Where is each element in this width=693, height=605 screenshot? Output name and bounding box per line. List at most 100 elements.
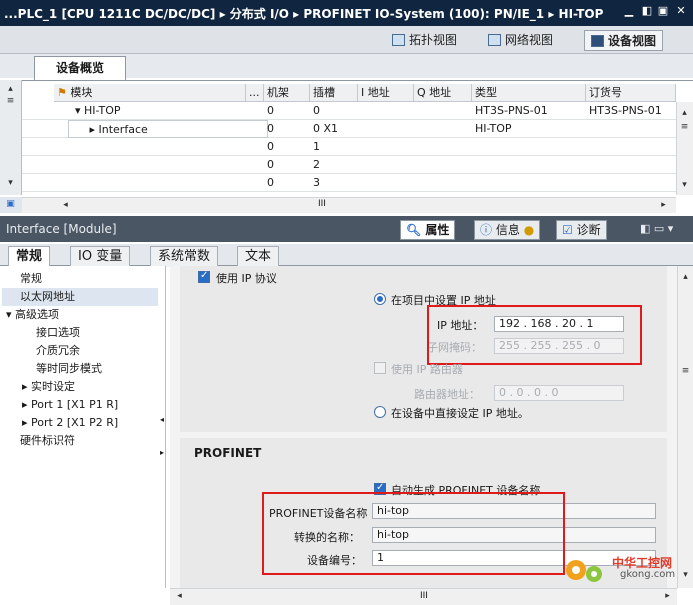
row-rack: 0 xyxy=(267,176,274,189)
restore-icon[interactable]: ◧ xyxy=(640,4,654,18)
tab-io-tags[interactable]: IO 变量 xyxy=(70,246,131,267)
scroll-up-icon[interactable]: ▴ xyxy=(678,270,693,285)
tab-system-constants[interactable]: 系统常数 xyxy=(150,246,219,267)
highlight-profinet-name xyxy=(262,492,565,575)
nav-item-advanced-options[interactable]: ▾ 高级选项 xyxy=(2,306,158,324)
use-ip-checkbox[interactable] xyxy=(198,270,210,283)
col-header-module[interactable]: ⚑ 模块 xyxy=(54,84,246,102)
close-icon[interactable]: ✕ xyxy=(674,4,688,18)
set-ip-on-device-label: 在设备中直接设定 IP 地址。 xyxy=(391,407,529,420)
row-order: HT3S-PNS-01 xyxy=(589,104,662,117)
topology-icon xyxy=(392,34,405,46)
tab-diagnostics[interactable]: ☑ 诊断 xyxy=(556,220,607,240)
network-icon xyxy=(488,34,501,46)
tab-info-label: 信息 xyxy=(495,223,520,237)
scroll-left-icon[interactable]: ◂ xyxy=(58,198,73,213)
table-row[interactable]: ▸ Interface 0 0 X1 HI-TOP xyxy=(22,120,676,138)
col-header-type[interactable]: 类型 xyxy=(472,84,586,102)
scroll-thumb[interactable]: III xyxy=(318,199,326,209)
scroll-right-icon[interactable]: ▸ xyxy=(656,198,671,213)
device-icon xyxy=(591,35,604,47)
scroll-left-icon[interactable]: ◂ xyxy=(172,589,187,604)
col-header-q-address[interactable]: Q 地址 xyxy=(414,84,472,102)
router-octet-2: 0 xyxy=(516,386,524,399)
nav-item-port-2[interactable]: ▸ Port 2 [X1 P2 R] xyxy=(2,414,158,432)
diagnostics-icon: ☑ xyxy=(562,223,573,237)
col-header-slot[interactable]: 插槽 xyxy=(310,84,358,102)
row-slot: 1 xyxy=(313,140,320,153)
table-horizontal-scrollbar[interactable]: ◂ III ▸ xyxy=(22,197,676,213)
network-view-label: 网络视图 xyxy=(505,33,554,47)
scroll-handle-icon[interactable]: ≡ xyxy=(677,120,692,135)
nav-item-isochronous-mode[interactable]: 等时同步模式 xyxy=(2,360,158,378)
row-rack: 0 xyxy=(267,140,274,153)
set-ip-in-project-radio[interactable] xyxy=(374,293,386,305)
nav-item-interface-options[interactable]: 接口选项 xyxy=(2,324,158,342)
nav-item-ethernet-address[interactable]: 以太网地址 xyxy=(2,288,158,306)
router-octet-3: 0 xyxy=(534,386,541,399)
tab-properties[interactable]: 🔍︎ 属性 xyxy=(400,220,456,240)
network-view-button[interactable]: 网络视图 xyxy=(482,30,559,51)
collapse-down-icon[interactable]: ▾ xyxy=(3,176,18,191)
scroll-up-icon[interactable]: ▴ xyxy=(677,106,692,121)
nav-item-realtime-settings[interactable]: ▸ 实时设定 xyxy=(2,378,158,396)
nav-item-media-redundancy[interactable]: 介质冗余 xyxy=(2,342,158,360)
tab-properties-label: 属性 xyxy=(425,223,450,237)
nav-item-general[interactable]: 常规 xyxy=(2,270,158,288)
watermark: 中华工控网 gkong.com xyxy=(560,548,690,592)
topology-view-label: 拓扑视图 xyxy=(409,33,458,47)
row-slot: 3 xyxy=(313,176,320,189)
scroll-down-icon[interactable]: ▾ xyxy=(677,178,692,193)
device-view-label: 设备视图 xyxy=(608,34,657,48)
topology-view-button[interactable]: 拓扑视图 xyxy=(386,30,463,51)
router-address-input[interactable]: 0 . 0 . 0 . 0 xyxy=(494,385,624,401)
splitter-arrow-icon[interactable]: ◂ xyxy=(160,415,164,424)
row-slot: 0 X1 xyxy=(313,122,339,135)
row-slot: 0 xyxy=(313,104,320,117)
router-octet-4: 0 xyxy=(551,386,559,399)
tab-general[interactable]: 常规 xyxy=(8,246,51,268)
set-ip-on-device-radio[interactable] xyxy=(374,406,386,418)
table-row[interactable]: ▾ HI-TOP 0 0 HT3S-PNS-01 HT3S-PNS-01 xyxy=(22,102,676,120)
row-rack: 0 xyxy=(267,122,274,135)
tab-info[interactable]: ⓘ 信息 ● xyxy=(474,220,541,240)
col-header-order-number[interactable]: 订货号 xyxy=(586,84,676,102)
row-type: HI-TOP xyxy=(475,122,512,135)
panel-options-icon[interactable]: ◧ ▭ ▾ xyxy=(640,222,673,235)
table-row[interactable]: 0 3 xyxy=(22,174,676,192)
list-view-icon[interactable]: ≡ xyxy=(3,94,18,109)
use-router-checkbox[interactable] xyxy=(374,362,386,374)
row-type: HT3S-PNS-01 xyxy=(475,104,548,117)
table-row[interactable]: 0 2 xyxy=(22,156,676,174)
col-header-i-address[interactable]: I 地址 xyxy=(358,84,414,102)
tab-texts[interactable]: 文本 xyxy=(237,246,280,267)
use-ip-label: 使用 IP 协议 xyxy=(216,272,277,285)
col-header-more[interactable]: ... xyxy=(246,84,264,102)
properties-icon: 🔍︎ xyxy=(406,223,422,237)
device-view-button[interactable]: 设备视图 xyxy=(584,30,664,51)
table-vertical-scrollbar[interactable]: ▴ ≡ ▾ xyxy=(676,102,693,195)
router-octet-1: 0 xyxy=(499,386,506,399)
nav-item-hardware-identifier[interactable]: 硬件标识符 xyxy=(2,432,158,450)
tab-device-overview[interactable]: 设备概览 xyxy=(34,56,126,80)
grid-corner: ▣ xyxy=(0,197,22,213)
minimize-icon[interactable]: ▁ xyxy=(622,4,636,18)
table-row[interactable]: 0 1 xyxy=(22,138,676,156)
info-icon: ⓘ xyxy=(480,223,493,237)
col-header-module-label: 模块 xyxy=(70,86,93,99)
row-rack: 0 xyxy=(267,104,274,117)
gear-logo-icon xyxy=(566,560,602,582)
maximize-icon[interactable]: ▣ xyxy=(656,4,670,18)
col-header-rack[interactable]: 机架 xyxy=(264,84,310,102)
scroll-handle-icon[interactable]: ≡ xyxy=(678,364,693,379)
highlight-ip-settings xyxy=(427,305,642,365)
nav-item-port-1[interactable]: ▸ Port 1 [X1 P1 R] xyxy=(2,396,158,414)
splitter-arrow-icon[interactable]: ▸ xyxy=(160,448,164,457)
row-module-label: Interface xyxy=(98,123,148,136)
overview-icon[interactable]: ▣ xyxy=(3,197,18,212)
scroll-thumb[interactable]: III xyxy=(420,591,428,601)
row-module: ▸ Interface xyxy=(68,120,268,138)
view-switcher: 拓扑视图 网络视图 设备视图 xyxy=(0,26,693,54)
title-bar: ...PLC_1 [CPU 1211C DC/DC/DC] ▸ 分布式 I/O … xyxy=(0,0,693,26)
content-vertical-scrollbar[interactable]: ▴ ≡ ▾ xyxy=(677,266,693,588)
